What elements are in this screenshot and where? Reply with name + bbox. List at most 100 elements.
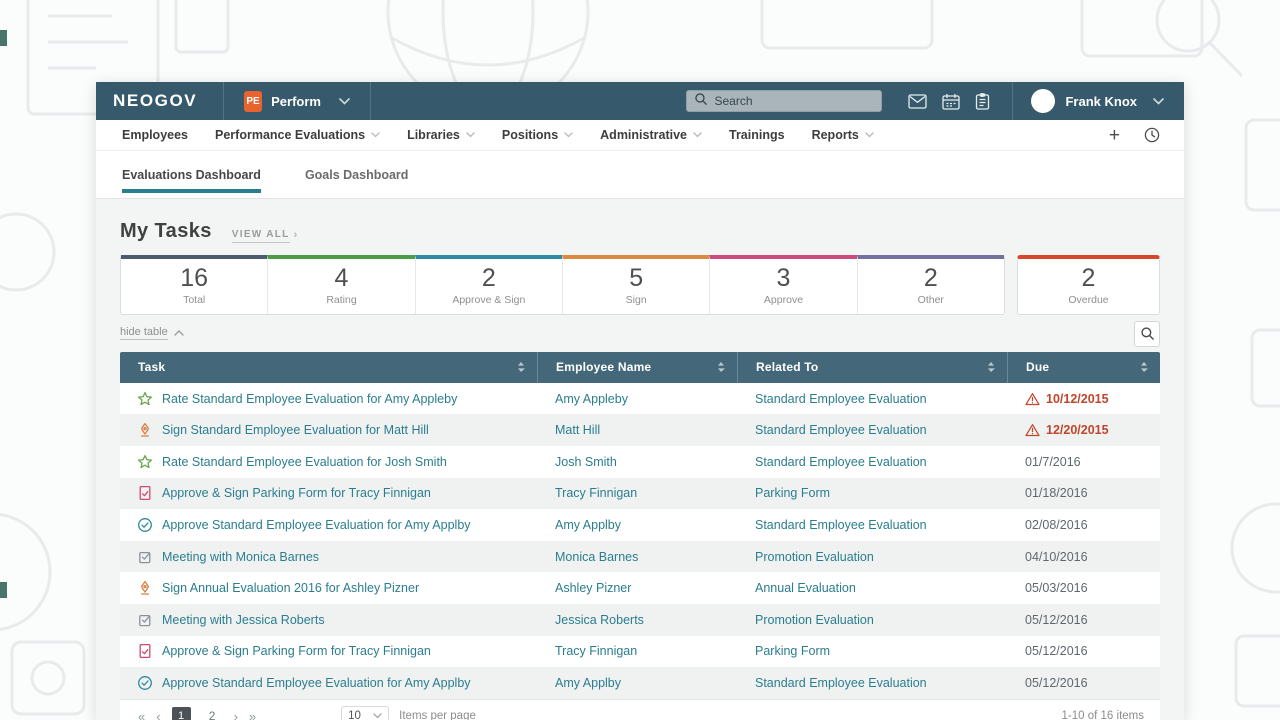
page-button-2[interactable]: 2 [203,707,222,720]
user-menu[interactable]: Frank Knox [1013,82,1184,120]
nav-item-trainings[interactable]: Trainings [729,128,785,142]
pagination-range-label: 1-10 of 16 items [1062,710,1144,720]
tab-goals-dashboard[interactable]: Goals Dashboard [305,151,409,198]
tab-evaluations-dashboard[interactable]: Evaluations Dashboard [122,151,261,198]
product-name: Perform [271,94,321,109]
column-header-due[interactable]: Due [1007,352,1160,383]
neogov-logo[interactable]: NEOGOV [96,91,223,111]
sort-icon[interactable] [717,361,725,373]
employee-cell: Tracy Finnigan [537,644,737,658]
employee-link[interactable]: Amy Appleby [555,392,628,406]
column-header-related-to[interactable]: Related To [737,352,1007,383]
sort-icon[interactable] [1140,361,1148,373]
card-count: 5 [563,264,709,293]
task-link[interactable]: Meeting with Jessica Roberts [162,613,325,627]
prev-page-button[interactable]: ‹ [156,709,159,720]
employee-cell: Ashley Pizner [537,581,737,595]
items-per-page-select[interactable]: 10 [341,706,389,720]
page-button-1[interactable]: 1 [172,707,191,720]
related-to-link[interactable]: Standard Employee Evaluation [755,455,927,469]
last-page-button[interactable]: » [249,709,255,720]
employee-link[interactable]: Josh Smith [555,455,617,469]
employee-cell: Monica Barnes [537,550,737,564]
related-to-link[interactable]: Standard Employee Evaluation [755,518,927,532]
mail-icon[interactable] [908,94,927,109]
nav-item-libraries[interactable]: Libraries [407,128,475,142]
task-card-approve-sign[interactable]: 2 Approve & Sign [415,255,562,314]
items-per-page-label: Items per page [399,710,476,720]
task-link[interactable]: Meeting with Monica Barnes [162,550,319,564]
task-cell: Meeting with Monica Barnes [120,549,537,565]
task-card-rating[interactable]: 4 Rating [267,255,414,314]
global-search[interactable] [686,90,882,112]
task-link[interactable]: Sign Annual Evaluation 2016 for Ashley P… [162,581,419,595]
task-link[interactable]: Approve & Sign Parking Form for Tracy Fi… [162,644,431,658]
employee-link[interactable]: Amy Applby [555,518,621,532]
employee-link[interactable]: Ashley Pizner [555,581,631,595]
calendar-icon[interactable] [942,93,960,110]
task-card-other[interactable]: 2 Other [857,255,1004,314]
warning-icon [1025,392,1040,406]
task-cell: Rate Standard Employee Evaluation for Am… [120,391,537,407]
due-cell: 05/12/2016 [1007,613,1160,627]
employee-link[interactable]: Matt Hill [555,423,600,437]
hide-table-link[interactable]: hide table [120,326,184,340]
sort-icon[interactable] [517,361,525,373]
employee-link[interactable]: Tracy Finnigan [555,486,637,500]
table-row: Meeting with Monica Barnes Monica Barnes… [120,541,1160,573]
sort-icon[interactable] [987,361,995,373]
task-card-total[interactable]: 16 Total [121,255,267,314]
nav-item-reports[interactable]: Reports [812,128,874,142]
nav-item-positions[interactable]: Positions [502,128,573,142]
view-all-link[interactable]: VIEW ALL › [232,229,299,243]
nav-item-label: Administrative [600,128,687,142]
task-link[interactable]: Rate Standard Employee Evaluation for Jo… [162,455,447,469]
column-label: Task [138,360,165,374]
overdue-card[interactable]: 2 Overdue [1017,255,1160,315]
table-search-button[interactable] [1134,321,1160,347]
task-link[interactable]: Approve & Sign Parking Form for Tracy Fi… [162,486,431,500]
task-link[interactable]: Approve Standard Employee Evaluation for… [162,518,471,532]
history-clock-icon[interactable] [1144,127,1160,143]
nav-item-administrative[interactable]: Administrative [600,128,702,142]
employee-link[interactable]: Amy Applby [555,676,621,690]
column-header-employee-name[interactable]: Employee Name [537,352,737,383]
product-switcher[interactable]: PE Perform [224,91,370,112]
related-to-link[interactable]: Promotion Evaluation [755,550,874,564]
related-to-link[interactable]: Promotion Evaluation [755,613,874,627]
first-page-button[interactable]: « [138,709,144,720]
overdue-label: Overdue [1018,294,1159,306]
nav-item-performance-evaluations[interactable]: Performance Evaluations [215,128,380,142]
add-icon[interactable]: + [1109,126,1120,145]
related-to-link[interactable]: Standard Employee Evaluation [755,423,927,437]
chevron-down-icon [693,132,702,138]
card-label: Approve & Sign [416,294,562,306]
task-card-approve[interactable]: 3 Approve [709,255,856,314]
related-to-link[interactable]: Parking Form [755,644,830,658]
employee-link[interactable]: Tracy Finnigan [555,644,637,658]
task-link[interactable]: Approve Standard Employee Evaluation for… [162,676,471,690]
next-page-button[interactable]: › [234,709,237,720]
related-to-link[interactable]: Standard Employee Evaluation [755,676,927,690]
nav-item-employees[interactable]: Employees [122,128,188,142]
employee-cell: Amy Applby [537,676,737,690]
employee-link[interactable]: Monica Barnes [555,550,638,564]
related-to-link[interactable]: Annual Evaluation [755,581,856,595]
related-to-link[interactable]: Standard Employee Evaluation [755,392,927,406]
task-link[interactable]: Rate Standard Employee Evaluation for Am… [162,392,457,406]
related-to-cell: Standard Employee Evaluation [737,423,1007,437]
task-link[interactable]: Sign Standard Employee Evaluation for Ma… [162,423,429,437]
clipboard-icon[interactable] [975,93,990,110]
search-input[interactable] [714,94,874,108]
pagination-bar: « ‹ 12 › » 10 Items per page 1-10 of 16 … [120,699,1160,720]
table-row: Approve & Sign Parking Form for Tracy Fi… [120,478,1160,510]
card-count: 4 [268,264,414,293]
sign-pen-icon [137,580,153,596]
related-to-cell: Annual Evaluation [737,581,1007,595]
nav-item-label: Libraries [407,128,460,142]
related-to-link[interactable]: Parking Form [755,486,830,500]
table-row: Sign Standard Employee Evaluation for Ma… [120,414,1160,446]
employee-link[interactable]: Jessica Roberts [555,613,644,627]
task-card-sign[interactable]: 5 Sign [562,255,709,314]
column-header-task[interactable]: Task [120,352,537,383]
